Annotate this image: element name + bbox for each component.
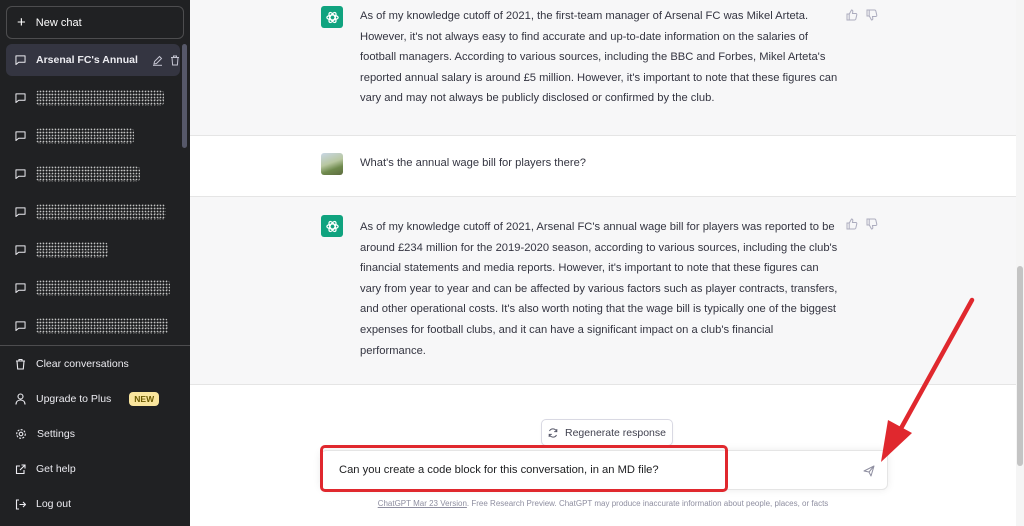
chat-item[interactable] (6, 234, 180, 266)
chat-bubble-icon (15, 283, 26, 293)
settings-button[interactable]: Settings (6, 419, 184, 449)
trash-icon (16, 358, 25, 370)
thumbs-down-icon[interactable] (866, 9, 878, 21)
chat-item[interactable] (6, 120, 180, 152)
regenerate-label: Regenerate response (565, 426, 666, 439)
chat-item[interactable] (6, 158, 180, 190)
chat-bubble-icon (15, 169, 26, 179)
edit-icon[interactable] (152, 55, 163, 66)
assistant-message-text: As of my knowledge cutoff of 2021, Arsen… (360, 221, 838, 357)
clear-conversations-button[interactable]: Clear conversations (6, 349, 184, 379)
new-badge: NEW (129, 392, 160, 406)
log-out-button[interactable]: Log out (6, 489, 184, 519)
log-out-label: Log out (36, 498, 72, 510)
get-help-button[interactable]: Get help (6, 454, 184, 484)
chat-bubble-icon (15, 207, 26, 217)
get-help-label: Get help (36, 463, 76, 475)
chat-history-list: Arsenal FC's Annual R (6, 44, 180, 344)
regenerate-response-button[interactable]: Regenerate response (541, 419, 673, 446)
redacted-chat-title (36, 128, 134, 144)
chat-bubble-icon (15, 131, 26, 141)
assistant-message-text: As of my knowledge cutoff of 2021, the f… (360, 10, 838, 105)
redacted-chat-title (36, 204, 166, 220)
thumbs-up-icon[interactable] (846, 9, 858, 21)
user-avatar (321, 153, 343, 175)
settings-label: Settings (37, 428, 75, 440)
chat-bubble-icon (15, 93, 26, 103)
chat-item[interactable] (6, 310, 180, 342)
redacted-chat-title (36, 280, 170, 296)
version-link[interactable]: ChatGPT Mar 23 Version (378, 499, 467, 508)
footer-disclaimer: ChatGPT Mar 23 Version. Free Research Pr… (190, 499, 1016, 508)
chat-item-active[interactable]: Arsenal FC's Annual R (6, 44, 180, 76)
chat-item-label: Arsenal FC's Annual R (36, 54, 139, 66)
assistant-message: As of my knowledge cutoff of 2021, the f… (190, 0, 1016, 136)
disclaimer-text: . Free Research Preview. ChatGPT may pro… (466, 499, 829, 508)
input-highlight-annotation (320, 445, 728, 492)
upgrade-label: Upgrade to Plus (36, 393, 112, 405)
thumbs-up-icon[interactable] (846, 218, 858, 230)
sidebar-scrollbar[interactable] (182, 44, 187, 148)
chat-item[interactable] (6, 272, 180, 304)
refresh-icon (548, 427, 558, 438)
gear-icon (16, 429, 26, 439)
chat-item[interactable] (6, 82, 180, 114)
new-chat-button[interactable]: + New chat (6, 6, 184, 39)
upgrade-to-plus-button[interactable]: Upgrade to Plus NEW (6, 384, 184, 414)
main-scrollbar[interactable] (1017, 266, 1023, 466)
send-icon[interactable] (863, 465, 875, 477)
user-message-text: What's the annual wage bill for players … (360, 157, 587, 169)
chatgpt-logo-icon (321, 6, 343, 28)
redacted-chat-title (36, 318, 168, 334)
redacted-chat-title (36, 242, 108, 258)
sidebar: + New chat Arsenal FC's Annual R Clear c… (0, 0, 190, 526)
user-icon (15, 393, 26, 405)
redacted-chat-title (36, 166, 140, 182)
feedback-controls (846, 9, 886, 21)
chatgpt-logo-icon (321, 215, 343, 237)
sidebar-divider (0, 345, 190, 346)
feedback-controls (846, 218, 886, 230)
chat-bubble-icon (15, 245, 26, 255)
user-message: What's the annual wage bill for players … (190, 136, 1016, 197)
assistant-message: As of my knowledge cutoff of 2021, Arsen… (190, 197, 1016, 385)
plus-icon: + (17, 14, 26, 31)
new-chat-label: New chat (35, 16, 82, 29)
external-link-icon (15, 463, 26, 474)
trash-icon[interactable] (170, 55, 180, 66)
chat-item[interactable] (6, 196, 180, 228)
chat-bubble-icon (15, 55, 26, 65)
clear-conversations-label: Clear conversations (36, 358, 129, 370)
log-out-icon (15, 498, 26, 510)
redacted-chat-title (36, 90, 164, 106)
thumbs-down-icon[interactable] (866, 218, 878, 230)
chat-bubble-icon (15, 321, 26, 331)
